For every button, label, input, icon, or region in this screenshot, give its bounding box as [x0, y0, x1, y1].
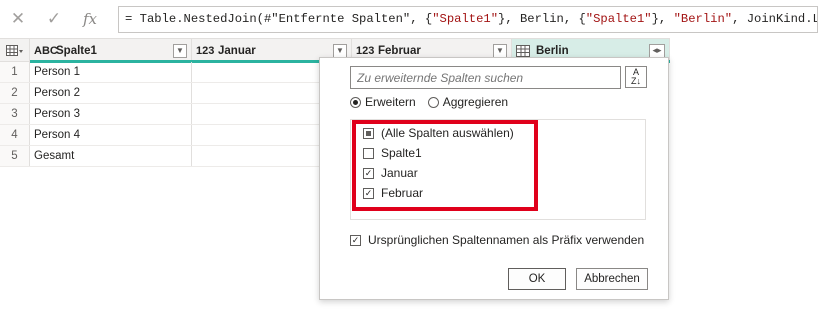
filter-dropdown-icon[interactable]: ▼ — [173, 43, 187, 58]
type-text-icon[interactable]: ABC — [34, 45, 58, 57]
row-number: 1 — [0, 62, 30, 82]
type-number-icon[interactable]: 123 — [196, 45, 218, 57]
cell-januar[interactable] — [192, 62, 320, 82]
fx-icon[interactable]: fx — [72, 4, 108, 34]
cell-spalte1[interactable]: Gesamt — [30, 146, 192, 166]
highlight-annotation-box — [352, 120, 538, 211]
cell-januar[interactable] — [192, 104, 320, 124]
table-row[interactable]: 3 Person 3 — [0, 104, 320, 125]
prefix-option[interactable]: ✓ Ursprünglichen Spaltennamen als Präfix… — [350, 233, 644, 247]
cell-spalte1[interactable]: Person 3 — [30, 104, 192, 124]
cell-spalte1[interactable]: Person 4 — [30, 125, 192, 145]
table-row[interactable]: 1 Person 1 — [0, 62, 320, 83]
cell-januar[interactable] — [192, 83, 320, 103]
cell-spalte1[interactable]: Person 2 — [30, 83, 192, 103]
type-number-icon[interactable]: 123 — [356, 45, 378, 57]
table-type-icon[interactable] — [516, 44, 530, 57]
table-icon — [5, 44, 23, 56]
cancel-button[interactable]: Abbrechen — [576, 268, 648, 290]
column-name: Januar — [218, 44, 256, 57]
radio-aggregate[interactable]: Aggregieren — [427, 95, 509, 109]
table-row[interactable]: 2 Person 2 — [0, 83, 320, 104]
formula-text-token: }, — [651, 12, 674, 26]
table-menu-button[interactable] — [0, 39, 30, 62]
table-row[interactable]: 4 Person 4 — [0, 125, 320, 146]
prefix-option-label: Ursprünglichen Spaltennamen als Präfix v… — [368, 233, 645, 247]
row-number: 3 — [0, 104, 30, 124]
column-name: Februar — [378, 44, 421, 57]
row-number: 4 — [0, 125, 30, 145]
cell-januar[interactable] — [192, 125, 320, 145]
table-row[interactable]: 5 Gesamt — [0, 146, 320, 167]
cell-januar[interactable] — [192, 146, 320, 166]
radio-expand[interactable]: Erweitern — [350, 95, 416, 109]
radio-aggregate-label: Aggregieren — [442, 95, 509, 109]
formula-input[interactable]: = Table.NestedJoin(#"Entfernte Spalten",… — [118, 6, 818, 33]
column-header-spalte1[interactable]: ABC Spalte1 ▼ — [30, 39, 192, 62]
sort-az-icon-bottom: Z↓ — [631, 76, 641, 86]
row-number: 2 — [0, 83, 30, 103]
expand-columns-popup: A Z↓ Erweitern Aggregieren (Alle Spalten… — [319, 57, 669, 300]
mode-radio-group: Erweitern Aggregieren — [350, 95, 520, 109]
formula-string-token: "Spalte1" — [585, 12, 652, 26]
formula-text-token: }, Berlin, { — [498, 12, 586, 26]
expand-column-icon[interactable]: ◂▸ — [649, 43, 665, 58]
column-name: Spalte1 — [56, 44, 97, 57]
formula-string-token: "Spalte1" — [432, 12, 499, 26]
column-name: Berlin — [536, 44, 569, 57]
cell-spalte1[interactable]: Person 1 — [30, 62, 192, 82]
column-search-input[interactable] — [350, 66, 621, 89]
formula-text-token: = Table.NestedJoin(#"Entfernte Spalten",… — [125, 12, 433, 26]
formula-text-token: , JoinKind.LeftOuter) — [732, 12, 817, 26]
cancel-icon[interactable]: ✕ — [0, 4, 36, 34]
confirm-icon[interactable]: ✓ — [36, 4, 72, 34]
ok-button[interactable]: OK — [508, 268, 566, 290]
radio-unselected-icon[interactable] — [427, 96, 439, 108]
checkbox-checked-icon[interactable]: ✓ — [350, 234, 361, 246]
formula-bar: ✕ ✓ fx = Table.NestedJoin(#"Entfernte Sp… — [0, 0, 823, 38]
radio-expand-label: Erweitern — [365, 95, 416, 109]
radio-selected-icon[interactable] — [350, 96, 361, 108]
sort-az-button[interactable]: A Z↓ — [625, 66, 647, 88]
filter-dropdown-icon[interactable]: ▼ — [493, 43, 507, 58]
filter-dropdown-icon[interactable]: ▼ — [333, 43, 347, 58]
row-number: 5 — [0, 146, 30, 166]
formula-bar-icons: ✕ ✓ fx — [0, 4, 115, 34]
formula-string-token: "Berlin" — [673, 12, 733, 26]
